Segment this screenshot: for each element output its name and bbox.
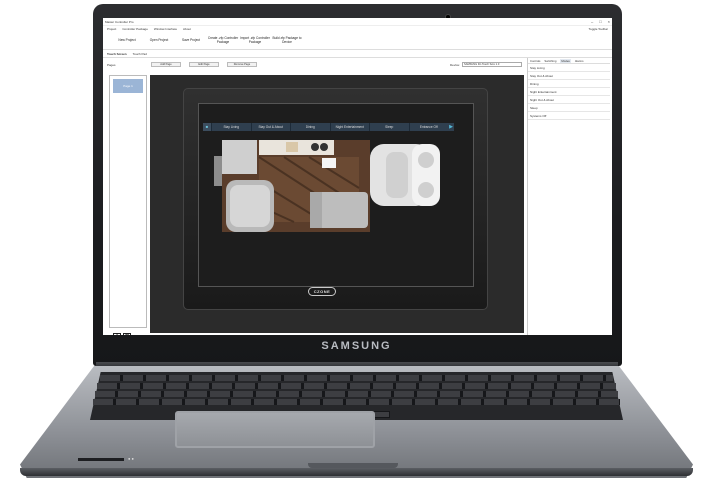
home-icon[interactable]: ■ <box>203 123 211 131</box>
laptop-brand-logo: SAMSUNG <box>321 340 392 352</box>
save-project-button[interactable]: Save Project <box>175 38 207 43</box>
mode-item[interactable]: Stay Living <box>528 64 610 72</box>
create-package-button[interactable]: Create .zfp Controller Package <box>207 36 239 44</box>
play-arrow-icon[interactable]: ▶ <box>448 123 454 131</box>
lid-notch <box>308 463 398 468</box>
keyboard-row <box>95 391 618 397</box>
device-selector: Device: SAMSUNG 9in Touch Scre 1.0 <box>450 62 522 67</box>
delete-icon[interactable]: × <box>123 333 131 335</box>
scene-stay-living[interactable]: Stay Living <box>211 123 251 131</box>
tab-touch-screen[interactable]: Touch Screen <box>107 52 127 56</box>
add-page-button[interactable]: Add Page <box>151 62 181 67</box>
keyboard-row <box>97 383 616 389</box>
card-slot <box>78 458 124 461</box>
tab-touch-pad[interactable]: Touch Pad <box>133 52 147 56</box>
toggle-toolbar-link[interactable]: Toggle Toolbar <box>589 27 608 31</box>
menu-controller-package[interactable]: Controller Package <box>122 27 148 31</box>
app-window: Master Controller Pro – □ × Project Cont… <box>103 18 612 335</box>
open-project-button[interactable]: Open Project <box>143 38 175 43</box>
scene-bar: ■ Stay Living Stay Out & About Dining Ni… <box>203 123 454 131</box>
editor-tabs: Touch Screen Touch Pad <box>103 50 612 58</box>
touchscreen-display: ■ Stay Living Stay Out & About Dining Ni… <box>198 103 474 287</box>
modes-panel: Controls Switching Modes Alarms Stay Liv… <box>527 58 610 335</box>
pages-label: Pages <box>107 62 116 67</box>
build-package-button[interactable]: Build zfp Package to Device <box>271 36 303 44</box>
tab-alarms[interactable]: Alarms <box>575 59 584 63</box>
import-package-button[interactable]: Import .zfp Controller Package <box>239 36 271 44</box>
page-list: Page 1 <box>109 75 147 328</box>
tab-switching[interactable]: Switching <box>544 59 556 63</box>
mode-item[interactable]: Systems Off <box>528 112 610 120</box>
laptop-photo: Master Controller Pro – □ × Project Cont… <box>0 0 713 489</box>
design-canvas[interactable]: ■ Stay Living Stay Out & About Dining Ni… <box>150 75 524 333</box>
touchpad <box>175 411 375 448</box>
menu-window-interface[interactable]: Window Interface <box>154 27 177 31</box>
mode-item[interactable]: Dining <box>528 80 610 88</box>
mode-item[interactable]: Stay Out & About <box>528 72 610 80</box>
touchscreen-bezel: ■ Stay Living Stay Out & About Dining Ni… <box>183 88 488 310</box>
tab-modes[interactable]: Modes <box>560 58 571 63</box>
device-dropdown[interactable]: SAMSUNG 9in Touch Scre 1.0 <box>462 62 522 67</box>
mode-item[interactable]: Night Entertainment <box>528 88 610 96</box>
pages-toolbar: Pages Add Page Edit Page Remove Page Dev… <box>107 61 522 68</box>
maximize-icon[interactable]: □ <box>599 19 601 24</box>
window-title: Master Controller Pro <box>105 19 134 24</box>
scene-stay-out-about[interactable]: Stay Out & About <box>250 123 291 131</box>
page-tools: + × <box>113 333 131 335</box>
ribbon-toolbar: New Project Open Project Save Project Cr… <box>103 32 612 50</box>
keyboard-row <box>93 399 620 405</box>
device-label: Device: <box>449 62 460 67</box>
page-list-item[interactable]: Page 1 <box>113 79 143 93</box>
add-icon[interactable]: + <box>113 333 121 335</box>
mode-item[interactable]: Night Out & About <box>528 96 610 104</box>
keyboard-row <box>100 375 613 381</box>
remove-page-button[interactable]: Remove Page <box>227 62 257 67</box>
edit-page-button[interactable]: Edit Page <box>189 62 219 67</box>
title-bar: Master Controller Pro – □ × <box>103 18 612 26</box>
new-project-button[interactable]: New Project <box>111 38 143 43</box>
scene-sleep[interactable]: Sleep <box>369 123 409 131</box>
status-leds: ● ● <box>128 456 134 461</box>
close-icon[interactable]: × <box>608 19 610 24</box>
tab-controls[interactable]: Controls <box>530 59 540 63</box>
laptop-front-edge <box>20 468 693 476</box>
scene-dining[interactable]: Dining <box>290 123 330 131</box>
scene-entrance-off[interactable]: Entrance Off <box>408 123 449 131</box>
czone-logo: CZONE <box>308 287 336 296</box>
mode-item[interactable]: Sleep <box>528 104 610 112</box>
minimize-icon[interactable]: – <box>591 19 593 24</box>
editor-body: Pages Add Page Edit Page Remove Page Dev… <box>103 58 612 335</box>
floor-plan-image[interactable] <box>214 140 454 250</box>
menu-project[interactable]: Project <box>107 27 116 31</box>
scene-night-entertainment[interactable]: Night Entertainment <box>329 123 370 131</box>
menu-about[interactable]: About <box>183 27 191 31</box>
